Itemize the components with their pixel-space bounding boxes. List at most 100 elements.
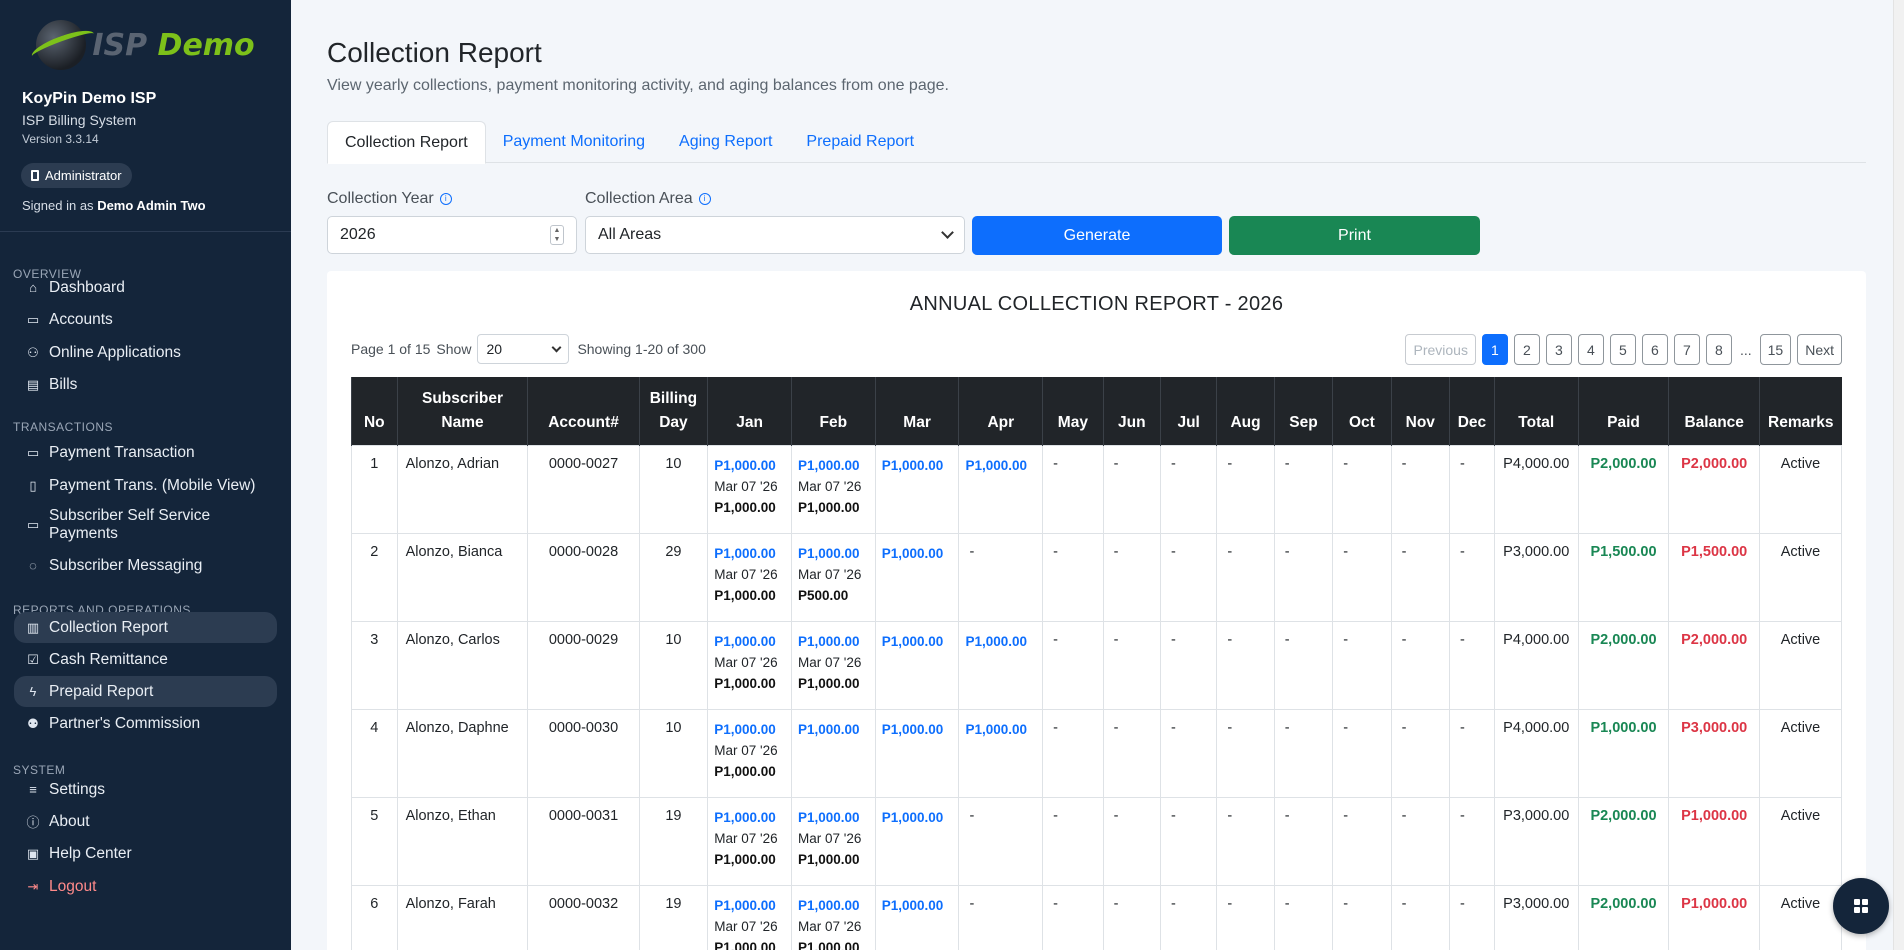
sidebar-item-help-center[interactable]: ▣ Help Center [14,838,277,869]
column-header-subscriber-name[interactable]: Subscriber Name [396,377,528,446]
tab-aging-report[interactable]: Aging Report [662,121,789,163]
table-row[interactable]: 6 Alonzo, Farah 0000-0032 19 P1,000.00 Mar 07… [351,885,1842,950]
column-header-nov[interactable]: Nov [1390,377,1450,446]
column-header-jan[interactable]: Jan [707,377,792,446]
month-cell: P1,000.00 Mar 07 '26 P500.00 [790,533,876,622]
column-header-aug[interactable]: Aug [1216,377,1275,446]
page-button-7[interactable]: 7 [1673,334,1700,365]
column-header-jun[interactable]: Jun [1102,377,1161,446]
sidebar-item-collection-report[interactable]: ▥ Collection Report [14,612,277,643]
table-row[interactable]: 1 Alonzo, Adrian 0000-0027 10 P1,000.00 Mar 0… [351,445,1842,534]
billed-amount[interactable]: P1,000.00 [798,807,869,828]
column-header-may[interactable]: May [1042,377,1104,446]
total-amount: P3,000.00 [1493,885,1579,950]
sidebar-item-payment-trans-mobile-view[interactable]: ▯ Payment Trans. (Mobile View) [14,470,277,501]
billed-amount[interactable]: P1,000.00 [965,631,1036,652]
sidebar-item-online-applications[interactable]: ⚇ Online Applications [14,337,277,368]
column-header-dec[interactable]: Dec [1449,377,1495,446]
tab-prepaid-report[interactable]: Prepaid Report [789,121,931,163]
sidebar-item-settings[interactable]: ≡ Settings [14,774,277,805]
year-stepper-icon[interactable]: ▲ ▼ [550,225,564,245]
paid-total: P2,000.00 [1577,885,1670,950]
sidebar-item-about[interactable]: ⓘ About [14,806,277,837]
next-page-button[interactable]: Next [1797,334,1842,365]
column-header-total[interactable]: Total [1493,377,1579,446]
page-scrollbar[interactable] [1893,0,1904,950]
sidebar-item-logout[interactable]: ⇥ Logout [14,871,277,902]
column-header-no[interactable]: No [351,377,398,446]
sidebar-item-cash-remittance[interactable]: ☑ Cash Remittance [14,644,277,675]
sidebar-item-label: Dashboard [49,278,125,296]
table-row[interactable]: 5 Alonzo, Ethan 0000-0031 19 P1,000.00 Mar 07… [351,797,1842,886]
print-button[interactable]: Print [1229,216,1480,255]
page-button-5[interactable]: 5 [1609,334,1636,365]
paid-amount: P1,000.00 [797,852,860,867]
billed-amount[interactable]: P1,000.00 [714,719,785,740]
column-header-mar[interactable]: Mar [874,377,959,446]
total-amount: P4,000.00 [1493,445,1579,534]
column-header-balance[interactable]: Balance [1668,377,1760,446]
billed-amount[interactable]: P1,000.00 [714,895,785,916]
table-row[interactable]: 3 Alonzo, Carlos 0000-0029 10 P1,000.00 Mar 0… [351,621,1842,710]
page-button-1[interactable]: 1 [1481,334,1508,365]
page-button-3[interactable]: 3 [1545,334,1572,365]
sidebar-item-dashboard[interactable]: ⌂ Dashboard [14,272,277,303]
previous-page-button[interactable]: Previous [1405,334,1476,365]
billed-amount[interactable]: P1,000.00 [882,455,953,476]
month-cell-empty: - [1216,621,1275,710]
column-header-remarks[interactable]: Remarks [1759,377,1842,446]
billed-amount[interactable]: P1,000.00 [798,719,869,740]
sidebar-item-subscriber-messaging[interactable]: ◌ Subscriber Messaging [14,550,277,581]
billed-amount[interactable]: P1,000.00 [798,455,869,476]
tab-payment-monitoring[interactable]: Payment Monitoring [486,121,662,163]
page-button-4[interactable]: 4 [1577,334,1604,365]
column-header-billing-day[interactable]: Billing Day [638,377,708,446]
column-header-sep[interactable]: Sep [1273,377,1333,446]
billed-amount[interactable]: P1,000.00 [714,455,785,476]
billing-day: 29 [638,533,709,622]
page-size-select[interactable]: 20 [477,334,570,364]
column-header-feb[interactable]: Feb [790,377,876,446]
billed-amount[interactable]: P1,000.00 [882,807,953,828]
tab-collection-report[interactable]: Collection Report [327,121,486,164]
paid-total: P1,000.00 [1577,709,1670,798]
page-button-8[interactable]: 8 [1705,334,1732,365]
column-header-oct[interactable]: Oct [1332,377,1392,446]
account-number: 0000-0031 [527,797,640,886]
page-button-last[interactable]: 15 [1759,334,1792,365]
info-icon[interactable]: i [698,193,711,205]
generate-button[interactable]: Generate [972,216,1222,255]
quick-menu-button[interactable] [1833,878,1889,934]
column-header-paid[interactable]: Paid [1577,377,1669,446]
column-header-account[interactable]: Account# [527,377,640,446]
collection-year-input[interactable]: 2026 ▲ ▼ [327,216,577,254]
sidebar-item-subscriber-self-service-payments[interactable]: ▭ Subscriber Self Service Payments [14,504,277,546]
sidebar-item-partner-s-commission[interactable]: ⚉ Partner's Commission [14,708,277,739]
billed-amount[interactable]: P1,000.00 [882,631,953,652]
sidebar-item-bills[interactable]: ▤ Bills [14,369,277,400]
table-row[interactable]: 4 Alonzo, Daphne 0000-0030 10 P1,000.00 Mar 0… [351,709,1842,798]
billed-amount[interactable]: P1,000.00 [882,719,953,740]
column-header-jul[interactable]: Jul [1159,377,1217,446]
info-icon[interactable]: i [439,193,452,205]
sidebar-item-prepaid-report[interactable]: ϟ Prepaid Report [14,676,277,707]
billed-amount[interactable]: P1,000.00 [714,543,785,564]
billed-amount[interactable]: P1,000.00 [965,455,1036,476]
billed-amount[interactable]: P1,000.00 [714,631,785,652]
billed-amount[interactable]: P1,000.00 [798,631,869,652]
table-row[interactable]: 2 Alonzo, Bianca 0000-0028 29 P1,000.00 Mar 0… [351,533,1842,622]
billed-amount[interactable]: P1,000.00 [714,807,785,828]
page-button-6[interactable]: 6 [1641,334,1668,365]
sidebar-item-accounts[interactable]: ▭ Accounts [14,304,277,335]
billed-amount[interactable]: P1,000.00 [882,895,953,916]
isp-demo-logo[interactable]: ISP Demo [0,0,291,90]
billed-amount[interactable]: P1,000.00 [798,895,869,916]
page-button-2[interactable]: 2 [1513,334,1540,365]
paid-amount: P1,000.00 [797,500,860,515]
billed-amount[interactable]: P1,000.00 [965,719,1036,740]
sidebar-item-payment-transaction[interactable]: ▭ Payment Transaction [14,437,277,468]
collection-area-select[interactable]: All Areas [585,216,965,254]
billed-amount[interactable]: P1,000.00 [882,543,953,564]
billed-amount[interactable]: P1,000.00 [798,543,869,564]
column-header-apr[interactable]: Apr [958,377,1043,446]
